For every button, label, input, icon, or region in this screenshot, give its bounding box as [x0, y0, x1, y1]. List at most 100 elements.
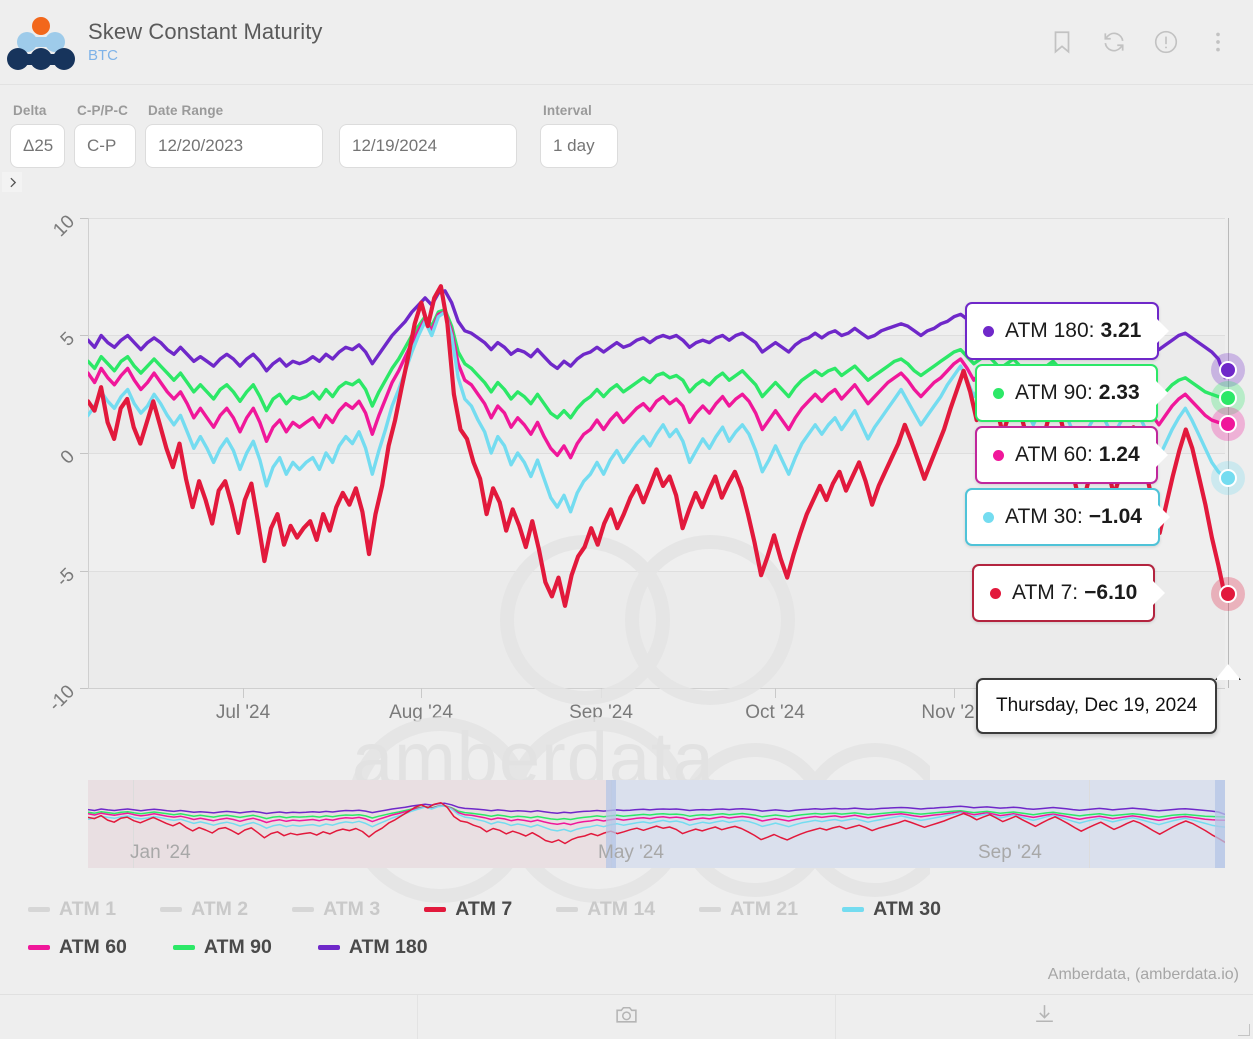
- tooltip-value: −1.04: [1089, 505, 1142, 529]
- navigator-handle-right[interactable]: [1215, 780, 1225, 868]
- tooltip-atm60: ATM 60: 1.24: [975, 426, 1158, 484]
- legend-label: ATM 60: [59, 936, 127, 959]
- tooltip-value: 3.21: [1100, 319, 1141, 343]
- header-title-block: Skew Constant Maturity BTC: [88, 18, 1049, 66]
- widget-header: Skew Constant Maturity BTC: [0, 0, 1253, 84]
- filter-bar: Delta Δ25 C-P/P-C C-P Date Range 12/20/2…: [0, 92, 1253, 168]
- tooltip-arrow: [1153, 581, 1165, 605]
- tooltip-bullet: [993, 450, 1004, 461]
- legend-label: ATM 180: [349, 936, 428, 959]
- tooltip-arrow: [1156, 381, 1168, 405]
- legend-item-atm-21[interactable]: ATM 21: [699, 890, 798, 928]
- tooltip-value: 2.33: [1099, 381, 1140, 405]
- tooltip-atm30: ATM 30: −1.04: [965, 488, 1160, 546]
- range-navigator[interactable]: Jan '24 May '24 Sep '24: [88, 780, 1225, 868]
- date-range-label: Date Range: [148, 103, 517, 118]
- tooltip-label: ATM 180:: [1005, 319, 1094, 343]
- header-divider: [0, 84, 1253, 85]
- legend-swatch: [292, 907, 314, 912]
- tooltip-bullet: [993, 388, 1004, 399]
- toolbar-cell-left: [0, 995, 418, 1039]
- header-actions: [1049, 29, 1231, 55]
- legend-item-atm-2[interactable]: ATM 2: [160, 890, 248, 928]
- interval-select[interactable]: 1 day: [540, 124, 618, 168]
- amberdata-logo: [6, 9, 76, 75]
- bottom-toolbar: [0, 994, 1253, 1039]
- date-range-start-input[interactable]: 12/20/2023: [145, 124, 323, 168]
- camera-icon: [614, 1002, 639, 1032]
- tooltip-arrow: [1156, 443, 1168, 467]
- crosshair-line: [1228, 218, 1229, 688]
- legend-item-atm-14[interactable]: ATM 14: [556, 890, 655, 928]
- legend-item-atm-3[interactable]: ATM 3: [292, 890, 380, 928]
- tooltip-value: 1.24: [1099, 443, 1140, 467]
- tooltip-atm90: ATM 90: 2.33: [975, 364, 1158, 422]
- refresh-icon[interactable]: [1101, 29, 1127, 55]
- page-subtitle: BTC: [88, 46, 1049, 66]
- tooltip-bullet: [983, 512, 994, 523]
- legend-item-atm-180[interactable]: ATM 180: [318, 928, 428, 966]
- legend-label: ATM 3: [323, 898, 380, 921]
- cp-pc-label: C-P/P-C: [77, 103, 136, 118]
- legend-swatch: [318, 945, 340, 950]
- legend-label: ATM 7: [455, 898, 512, 921]
- tooltip-arrow: [1157, 319, 1169, 343]
- chart-plot-area[interactable]: 10 5 0 -5 -10 Jul '24 Aug '24 Sep '24 Oc…: [0, 190, 1253, 750]
- screenshot-button[interactable]: [418, 995, 836, 1039]
- legend-label: ATM 14: [587, 898, 655, 921]
- cp-pc-filter-group: C-P/P-C C-P: [74, 103, 136, 168]
- tooltip-value: −6.10: [1084, 581, 1137, 605]
- page-title: Skew Constant Maturity: [88, 18, 1049, 46]
- legend-label: ATM 1: [59, 898, 116, 921]
- date-range-end-input[interactable]: 12/19/2024: [339, 124, 517, 168]
- cp-pc-select[interactable]: C-P: [74, 124, 136, 168]
- download-button[interactable]: [836, 995, 1253, 1039]
- delta-filter-group: Delta Δ25: [10, 103, 65, 168]
- kebab-menu-icon[interactable]: [1205, 29, 1231, 55]
- legend-item-atm-30[interactable]: ATM 30: [842, 890, 941, 928]
- interval-label: Interval: [543, 103, 618, 118]
- legend-swatch: [424, 907, 446, 912]
- legend-item-atm-60[interactable]: ATM 60: [28, 928, 127, 966]
- resize-grip[interactable]: [1238, 1024, 1250, 1036]
- legend-label: ATM 30: [873, 898, 941, 921]
- date-tooltip: Thursday, Dec 19, 2024: [976, 678, 1217, 734]
- date-range-group: Date Range 12/20/2023 12/19/2024: [145, 103, 517, 168]
- legend-item-atm-1[interactable]: ATM 1: [28, 890, 116, 928]
- tooltip-label: ATM 90:: [1015, 381, 1093, 405]
- navigator-label: Jan '24: [130, 842, 191, 864]
- delta-label: Delta: [13, 103, 65, 118]
- tooltip-label: ATM 60:: [1015, 443, 1093, 467]
- chart-widget: Skew Constant Maturity BTC: [0, 0, 1253, 1039]
- tooltip-bullet: [990, 588, 1001, 599]
- legend-label: ATM 2: [191, 898, 248, 921]
- tooltip-atm180: ATM 180: 3.21: [965, 302, 1159, 360]
- chart-legend: ATM 1 ATM 2 ATM 3 ATM 7 ATM 14 ATM 21 AT…: [28, 890, 1228, 966]
- legend-swatch: [842, 907, 864, 912]
- legend-label: ATM 21: [730, 898, 798, 921]
- interval-filter-group: Interval 1 day: [540, 103, 618, 168]
- attribution-text: Amberdata, (amberdata.io): [1048, 966, 1239, 984]
- legend-swatch: [160, 907, 182, 912]
- navigator-label: May '24: [598, 842, 664, 864]
- tooltip-arrow: [1158, 505, 1170, 529]
- tooltip-atm7: ATM 7: −6.10: [972, 564, 1155, 622]
- download-icon: [1032, 1002, 1057, 1032]
- info-circle-icon[interactable]: [1153, 29, 1179, 55]
- legend-swatch: [699, 907, 721, 912]
- legend-swatch: [173, 945, 195, 950]
- tooltip-label: ATM 7:: [1012, 581, 1078, 605]
- legend-swatch: [556, 907, 578, 912]
- chevron-right-icon[interactable]: [2, 172, 22, 192]
- bookmark-icon[interactable]: [1049, 29, 1075, 55]
- tooltip-label: ATM 30:: [1005, 505, 1083, 529]
- legend-swatch: [28, 945, 50, 950]
- legend-item-atm-7[interactable]: ATM 7: [424, 890, 512, 928]
- date-tooltip-text: Thursday, Dec 19, 2024: [996, 695, 1197, 717]
- navigator-label: Sep '24: [978, 842, 1042, 864]
- delta-select[interactable]: Δ25: [10, 124, 65, 168]
- legend-swatch: [28, 907, 50, 912]
- legend-label: ATM 90: [204, 936, 272, 959]
- legend-item-atm-90[interactable]: ATM 90: [173, 928, 272, 966]
- tooltip-bullet: [983, 326, 994, 337]
